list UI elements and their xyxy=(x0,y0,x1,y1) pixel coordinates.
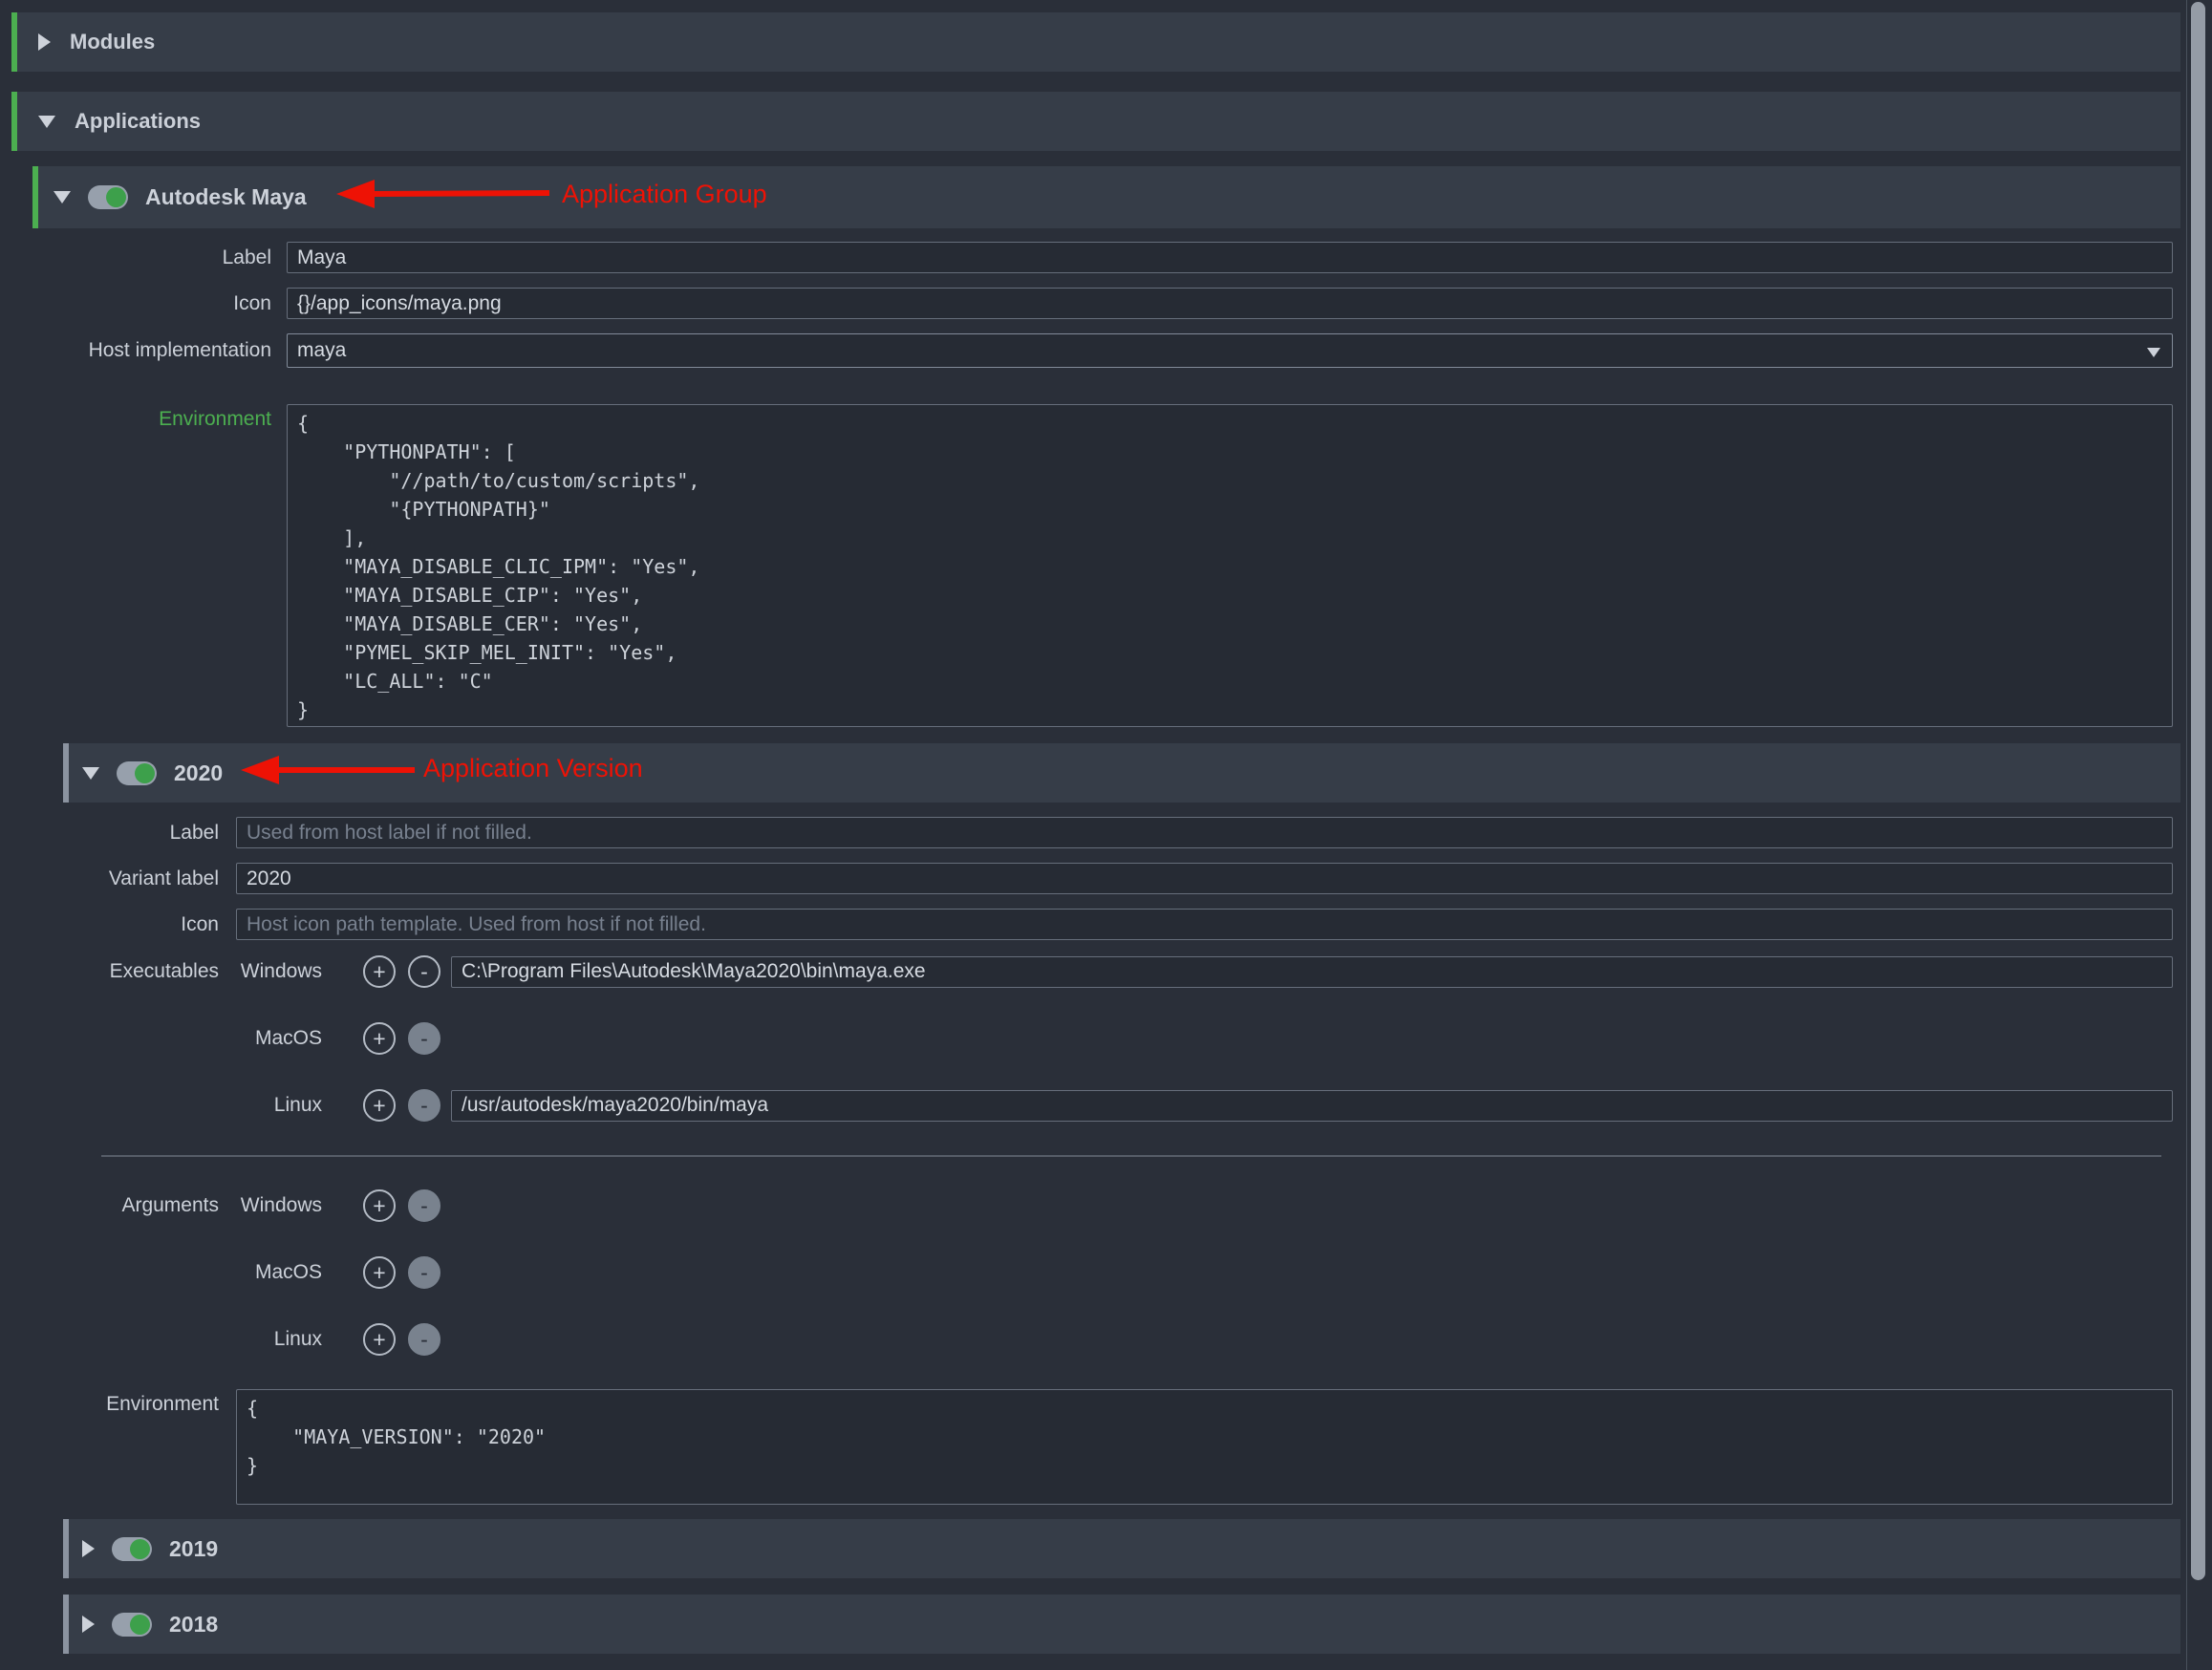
version-2018-title: 2018 xyxy=(169,1612,218,1638)
version-2018-enabled-toggle[interactable] xyxy=(112,1613,152,1637)
host-implementation-label: Host implementation xyxy=(32,339,287,362)
toggle-knob-icon xyxy=(130,1539,150,1559)
variant-label-label: Variant label xyxy=(63,867,236,890)
remove-executable-windows-button[interactable]: - xyxy=(408,955,440,988)
toggle-knob-icon xyxy=(135,763,155,783)
executables-label: Executables xyxy=(63,960,236,983)
environment-label: Environment xyxy=(32,404,287,431)
executables-linux-row: Linux + - xyxy=(63,1088,2173,1123)
maya-group-title: Autodesk Maya xyxy=(145,184,307,210)
label-input[interactable] xyxy=(287,242,2173,273)
version-icon-label: Icon xyxy=(63,913,236,936)
arguments-linux-row: Linux + - xyxy=(63,1322,2173,1357)
version-label-input[interactable] xyxy=(236,817,2173,848)
linux-label: Linux xyxy=(236,1094,363,1117)
remove-argument-macos-button[interactable]: - xyxy=(408,1256,440,1289)
remove-argument-linux-button[interactable]: - xyxy=(408,1323,440,1356)
collapse-down-icon[interactable] xyxy=(54,191,71,203)
icon-field-row: Icon xyxy=(32,288,2173,319)
dropdown-arrow-icon xyxy=(2147,348,2160,357)
toggle-knob-icon xyxy=(106,187,126,207)
version-2020-header[interactable]: 2020 xyxy=(63,743,2180,803)
modules-section-header[interactable]: Modules xyxy=(11,12,2180,72)
variant-label-row: Variant label xyxy=(63,863,2173,894)
executables-macos-row: MacOS + - xyxy=(63,1021,2173,1056)
linux-label: Linux xyxy=(236,1328,363,1351)
label-field-label: Label xyxy=(32,246,287,269)
remove-argument-windows-button[interactable]: - xyxy=(408,1189,440,1222)
version-2020-body: Label Variant label Icon Executables xyxy=(63,803,2180,1505)
version-icon-row: Icon xyxy=(63,909,2173,940)
label-field-row: Label xyxy=(32,242,2173,273)
arguments-windows-row: Arguments Windows + - xyxy=(63,1188,2173,1223)
executable-windows-input[interactable] xyxy=(451,956,2173,988)
add-argument-linux-button[interactable]: + xyxy=(363,1323,396,1356)
modules-section-title: Modules xyxy=(70,30,155,54)
applications-section-title: Applications xyxy=(75,109,201,134)
applications-body: Autodesk Maya Label Icon Host implementa… xyxy=(11,151,2180,1654)
remove-executable-linux-button[interactable]: - xyxy=(408,1089,440,1122)
version-2018-section: 2018 xyxy=(63,1595,2180,1654)
executables-windows-row: Executables Windows + - xyxy=(63,954,2173,989)
expand-right-icon[interactable] xyxy=(82,1540,95,1557)
macos-label: MacOS xyxy=(236,1027,363,1050)
environment-json-editor[interactable]: { "PYTHONPATH": [ "//path/to/custom/scri… xyxy=(287,404,2173,727)
host-implementation-value: maya xyxy=(297,339,346,362)
version-2020-title: 2020 xyxy=(174,760,223,786)
arguments-label: Arguments xyxy=(63,1194,236,1217)
vertical-scrollbar-thumb[interactable] xyxy=(2191,2,2205,1580)
add-executable-linux-button[interactable]: + xyxy=(363,1089,396,1122)
add-executable-windows-button[interactable]: + xyxy=(363,955,396,988)
add-argument-windows-button[interactable]: + xyxy=(363,1189,396,1222)
arguments-macos-row: MacOS + - xyxy=(63,1255,2173,1290)
maya-group-body: Label Icon Host implementation maya Envi… xyxy=(32,228,2180,727)
version-2019-title: 2019 xyxy=(169,1536,218,1562)
add-executable-macos-button[interactable]: + xyxy=(363,1022,396,1055)
maya-application-group: Autodesk Maya Label Icon Host implementa… xyxy=(32,166,2180,1654)
version-label-row: Label xyxy=(63,817,2173,848)
settings-content: Modules Applications Autodesk Maya Label… xyxy=(0,0,2186,1670)
version-environment-row: Environment { "MAYA_VERSION": "2020" } xyxy=(63,1389,2173,1505)
applications-section-header[interactable]: Applications xyxy=(11,92,2180,151)
version-label-label: Label xyxy=(63,822,236,845)
vertical-scrollbar-track[interactable] xyxy=(2186,0,2212,1670)
executable-linux-input[interactable] xyxy=(451,1090,2173,1122)
host-implementation-row: Host implementation maya xyxy=(32,333,2173,368)
macos-label: MacOS xyxy=(236,1261,363,1284)
version-2018-header[interactable]: 2018 xyxy=(63,1595,2180,1654)
expand-right-icon[interactable] xyxy=(38,33,51,51)
remove-executable-macos-button[interactable]: - xyxy=(408,1022,440,1055)
version-2020-enabled-toggle[interactable] xyxy=(117,761,157,785)
icon-field-label: Icon xyxy=(32,292,287,315)
maya-group-header[interactable]: Autodesk Maya xyxy=(32,166,2180,228)
icon-input[interactable] xyxy=(287,288,2173,319)
version-2019-section: 2019 xyxy=(63,1519,2180,1578)
collapse-down-icon[interactable] xyxy=(82,767,99,780)
version-environment-label: Environment xyxy=(63,1389,236,1416)
maya-enabled-toggle[interactable] xyxy=(88,185,128,209)
variant-label-input[interactable] xyxy=(236,863,2173,894)
host-implementation-select[interactable]: maya xyxy=(287,333,2173,368)
windows-label: Windows xyxy=(236,1194,363,1217)
expand-right-icon[interactable] xyxy=(82,1616,95,1633)
version-icon-input[interactable] xyxy=(236,909,2173,940)
version-2020-section: 2020 Label Variant label Icon xyxy=(63,743,2180,1505)
section-divider xyxy=(101,1155,2161,1157)
add-argument-macos-button[interactable]: + xyxy=(363,1256,396,1289)
version-2019-enabled-toggle[interactable] xyxy=(112,1537,152,1561)
collapse-down-icon[interactable] xyxy=(38,116,55,128)
version-2019-header[interactable]: 2019 xyxy=(63,1519,2180,1578)
windows-label: Windows xyxy=(236,960,363,983)
toggle-knob-icon xyxy=(130,1615,150,1635)
environment-row: Environment { "PYTHONPATH": [ "//path/to… xyxy=(32,404,2173,727)
version-environment-json-editor[interactable]: { "MAYA_VERSION": "2020" } xyxy=(236,1389,2173,1505)
